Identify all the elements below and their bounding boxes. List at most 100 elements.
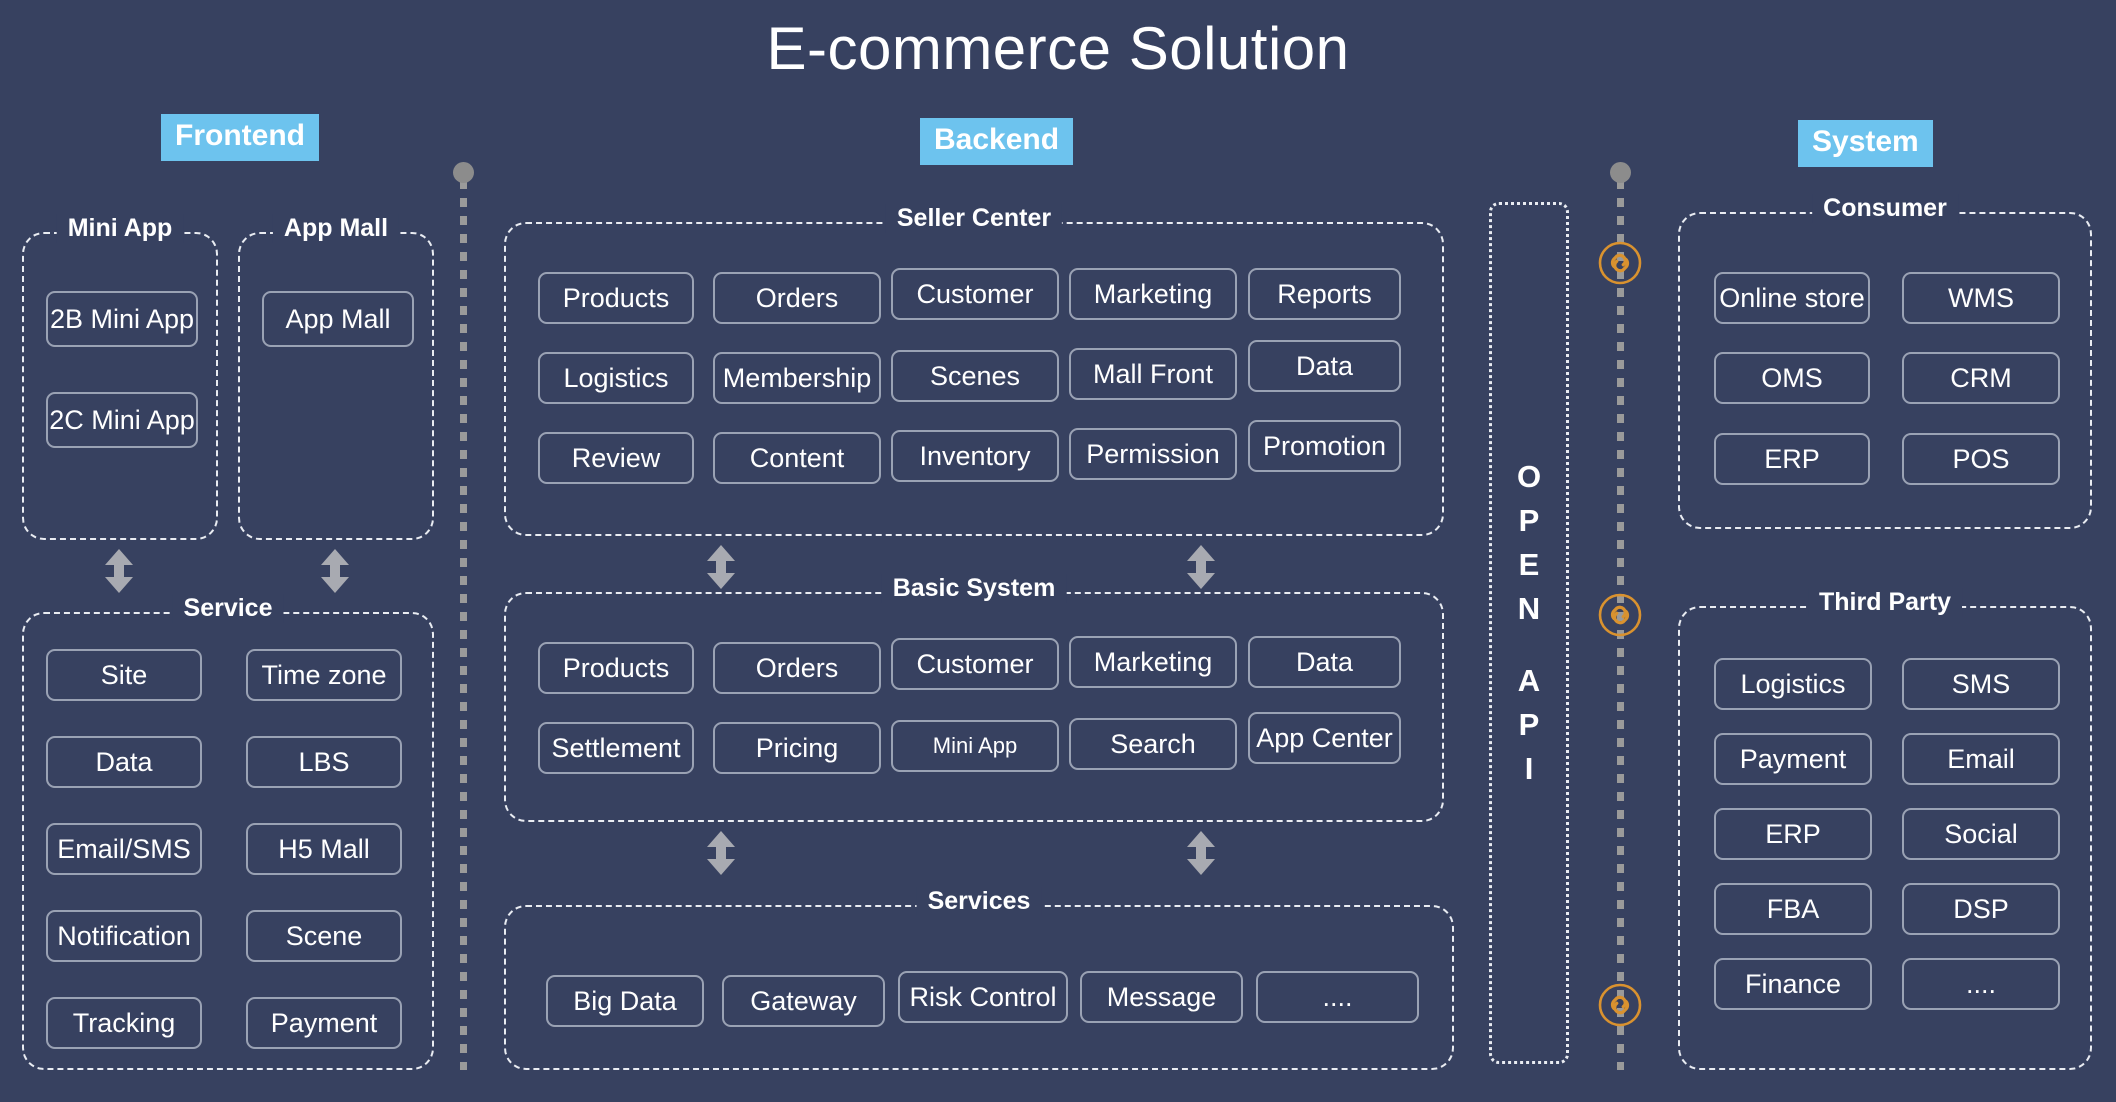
box-basic-products[interactable]: Products [538, 642, 694, 694]
box-third-party-email[interactable]: Email [1902, 733, 2060, 785]
panel-app-mall: App Mall App Mall [238, 214, 434, 540]
double-headed-vertical-arrow-icon [700, 544, 742, 590]
double-headed-vertical-arrow-icon [700, 830, 742, 876]
double-headed-vertical-arrow-icon [98, 548, 140, 594]
open-api-letter: P [1518, 707, 1540, 743]
open-api-letter: N [1517, 591, 1541, 627]
box-seller-logistics[interactable]: Logistics [538, 352, 694, 404]
box-basic-app-center[interactable]: App Center [1248, 712, 1401, 764]
box-basic-pricing[interactable]: Pricing [713, 722, 881, 774]
panel-service: Service Site Data Email/SMS Notification… [22, 594, 434, 1070]
panel-title: Seller Center [885, 204, 1063, 233]
box-service-scene[interactable]: Scene [246, 910, 402, 962]
panel-mini-app: Mini App 2B Mini App 2C Mini App [22, 214, 218, 540]
box-service-lbs[interactable]: LBS [246, 736, 402, 788]
box-third-party-fba[interactable]: FBA [1714, 883, 1872, 935]
panel-consumer: Consumer Online store OMS ERP WMS CRM PO… [1678, 194, 2092, 529]
double-headed-vertical-arrow-icon [314, 548, 356, 594]
box-services-message[interactable]: Message [1080, 971, 1243, 1023]
box-service-h5-mall[interactable]: H5 Mall [246, 823, 402, 875]
box-seller-reports[interactable]: Reports [1248, 268, 1401, 320]
column-label-frontend: Frontend [161, 114, 319, 161]
column-label-backend: Backend [920, 118, 1074, 165]
divider-cap-dot [1610, 162, 1631, 183]
link-chain-icon [1597, 240, 1643, 286]
box-seller-review[interactable]: Review [538, 432, 694, 484]
box-third-party-logistics[interactable]: Logistics [1714, 658, 1872, 710]
box-consumer-wms[interactable]: WMS [1902, 272, 2060, 324]
open-api-letters-top: O P E N [1492, 455, 1566, 631]
box-basic-customer[interactable]: Customer [891, 638, 1059, 690]
box-seller-permission[interactable]: Permission [1069, 428, 1237, 480]
box-seller-marketing[interactable]: Marketing [1069, 268, 1237, 320]
open-api-letter: O [1516, 459, 1542, 494]
box-third-party-erp[interactable]: ERP [1714, 808, 1872, 860]
box-seller-orders[interactable]: Orders [713, 272, 881, 324]
box-services-more[interactable]: .... [1256, 971, 1419, 1023]
box-basic-settlement[interactable]: Settlement [538, 722, 694, 774]
box-service-time-zone[interactable]: Time zone [246, 649, 402, 701]
open-api-letter: I [1524, 751, 1534, 787]
panel-services: Services Big Data Gateway Risk Control M… [504, 887, 1454, 1070]
panel-title: Basic System [881, 574, 1067, 603]
box-third-party-social[interactable]: Social [1902, 808, 2060, 860]
diagram-canvas: E-commerce Solution Frontend Backend Sys… [0, 0, 2116, 1102]
box-consumer-pos[interactable]: POS [1902, 433, 2060, 485]
box-basic-orders[interactable]: Orders [713, 642, 881, 694]
box-seller-content[interactable]: Content [713, 432, 881, 484]
panel-title: Services [916, 887, 1042, 916]
panel-title: Consumer [1812, 194, 1958, 223]
open-api-letter: P [1518, 503, 1540, 539]
box-seller-scenes[interactable]: Scenes [891, 350, 1059, 402]
box-2b-mini-app[interactable]: 2B Mini App [46, 291, 198, 347]
box-services-gateway[interactable]: Gateway [722, 975, 885, 1027]
box-third-party-dsp[interactable]: DSP [1902, 883, 2060, 935]
open-api-letters-bottom: A P I [1492, 659, 1566, 791]
box-services-big-data[interactable]: Big Data [546, 975, 704, 1027]
box-seller-products[interactable]: Products [538, 272, 694, 324]
box-service-notification[interactable]: Notification [46, 910, 202, 962]
box-service-data[interactable]: Data [46, 736, 202, 788]
box-consumer-oms[interactable]: OMS [1714, 352, 1870, 404]
box-seller-mall-front[interactable]: Mall Front [1069, 348, 1237, 400]
column-label-system: System [1798, 120, 1933, 167]
box-seller-promotion[interactable]: Promotion [1248, 420, 1401, 472]
box-services-risk-control[interactable]: Risk Control [898, 971, 1068, 1023]
box-basic-data[interactable]: Data [1248, 636, 1401, 688]
box-seller-customer[interactable]: Customer [891, 268, 1059, 320]
box-third-party-finance[interactable]: Finance [1714, 958, 1872, 1010]
box-service-email-sms[interactable]: Email/SMS [46, 823, 202, 875]
box-2c-mini-app[interactable]: 2C Mini App [46, 392, 198, 448]
link-chain-icon [1597, 982, 1643, 1028]
box-third-party-more[interactable]: .... [1902, 958, 2060, 1010]
panel-basic-system: Basic System Products Orders Customer Ma… [504, 574, 1444, 822]
box-service-tracking[interactable]: Tracking [46, 997, 202, 1049]
panel-title: Mini App [56, 214, 184, 243]
box-service-payment[interactable]: Payment [246, 997, 402, 1049]
box-seller-membership[interactable]: Membership [713, 352, 881, 404]
box-consumer-crm[interactable]: CRM [1902, 352, 2060, 404]
panel-title: Third Party [1808, 588, 1962, 617]
box-seller-inventory[interactable]: Inventory [891, 430, 1059, 482]
double-headed-vertical-arrow-icon [1180, 830, 1222, 876]
link-chain-icon [1597, 592, 1643, 638]
box-basic-marketing[interactable]: Marketing [1069, 636, 1237, 688]
box-consumer-online-store[interactable]: Online store [1714, 272, 1870, 324]
open-api-column: O P E N A P I [1489, 202, 1569, 1064]
box-basic-mini-app[interactable]: Mini App [891, 720, 1059, 772]
panel-title: Service [172, 594, 284, 623]
box-service-site[interactable]: Site [46, 649, 202, 701]
double-headed-vertical-arrow-icon [1180, 544, 1222, 590]
box-third-party-sms[interactable]: SMS [1902, 658, 2060, 710]
open-api-letter: E [1518, 547, 1540, 583]
column-divider-frontend-backend [453, 162, 474, 1070]
box-app-mall[interactable]: App Mall [262, 291, 414, 347]
panel-third-party: Third Party Logistics Payment ERP FBA Fi… [1678, 588, 2092, 1070]
open-api-letter: A [1517, 663, 1541, 698]
box-seller-data[interactable]: Data [1248, 340, 1401, 392]
divider-cap-dot [453, 162, 474, 183]
box-consumer-erp[interactable]: ERP [1714, 433, 1870, 485]
panel-seller-center: Seller Center Products Orders Customer M… [504, 204, 1444, 536]
box-third-party-payment[interactable]: Payment [1714, 733, 1872, 785]
box-basic-search[interactable]: Search [1069, 718, 1237, 770]
